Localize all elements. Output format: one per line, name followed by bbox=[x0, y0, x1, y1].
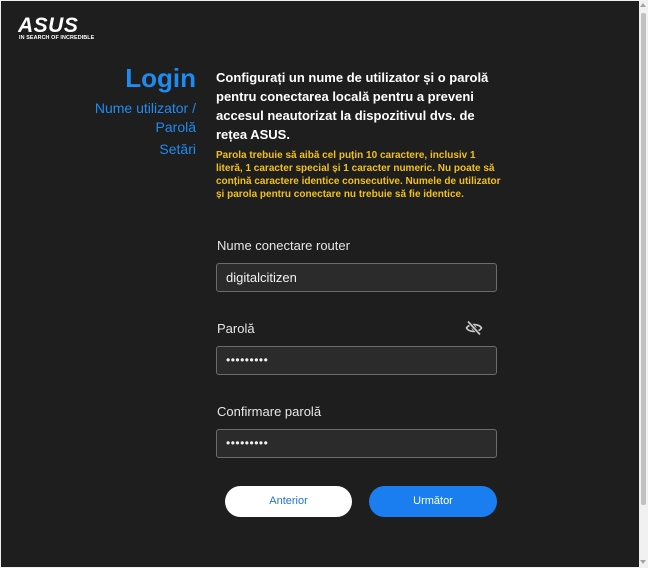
asus-wordmark: ASUS bbox=[18, 15, 78, 35]
brand-name: ASUS bbox=[18, 15, 78, 35]
password-label: Parolă bbox=[217, 321, 255, 336]
router-login-label: Nume conectare router bbox=[217, 238, 350, 253]
eye-off-icon[interactable] bbox=[465, 320, 483, 336]
login-title: Login bbox=[125, 63, 196, 93]
password-requirements: Parola trebuie să aibă cel puțin 10 cara… bbox=[216, 150, 501, 200]
next-button[interactable]: Următor bbox=[369, 486, 497, 517]
vertical-scrollbar[interactable] bbox=[639, 1, 648, 567]
router-login-input[interactable]: digitalcitizen bbox=[216, 263, 497, 292]
asus-logo: ASUS IN SEARCH OF INCREDIBLE bbox=[18, 15, 94, 45]
brand-tagline: IN SEARCH OF INCREDIBLE bbox=[19, 35, 95, 41]
confirm-password-input[interactable]: ••••••••• bbox=[216, 429, 497, 458]
step-settings: Setări bbox=[159, 141, 196, 157]
browser-window: ASUS IN SEARCH OF INCREDIBLE Login Nume … bbox=[0, 0, 648, 568]
confirm-password-label: Confirmare parolă bbox=[217, 404, 322, 419]
step-username-password: Nume utilizator / Parolă bbox=[94, 100, 196, 135]
setup-page: ASUS IN SEARCH OF INCREDIBLE Login Nume … bbox=[1, 1, 639, 567]
scroll-down-icon[interactable] bbox=[640, 560, 646, 564]
page-heading: Configurați un nume de utilizator și o p… bbox=[216, 70, 489, 142]
scrollbar-thumb[interactable] bbox=[641, 13, 646, 505]
scroll-up-icon[interactable] bbox=[640, 3, 646, 7]
previous-button[interactable]: Anterior bbox=[225, 486, 352, 517]
password-input[interactable]: ••••••••• bbox=[216, 346, 497, 375]
